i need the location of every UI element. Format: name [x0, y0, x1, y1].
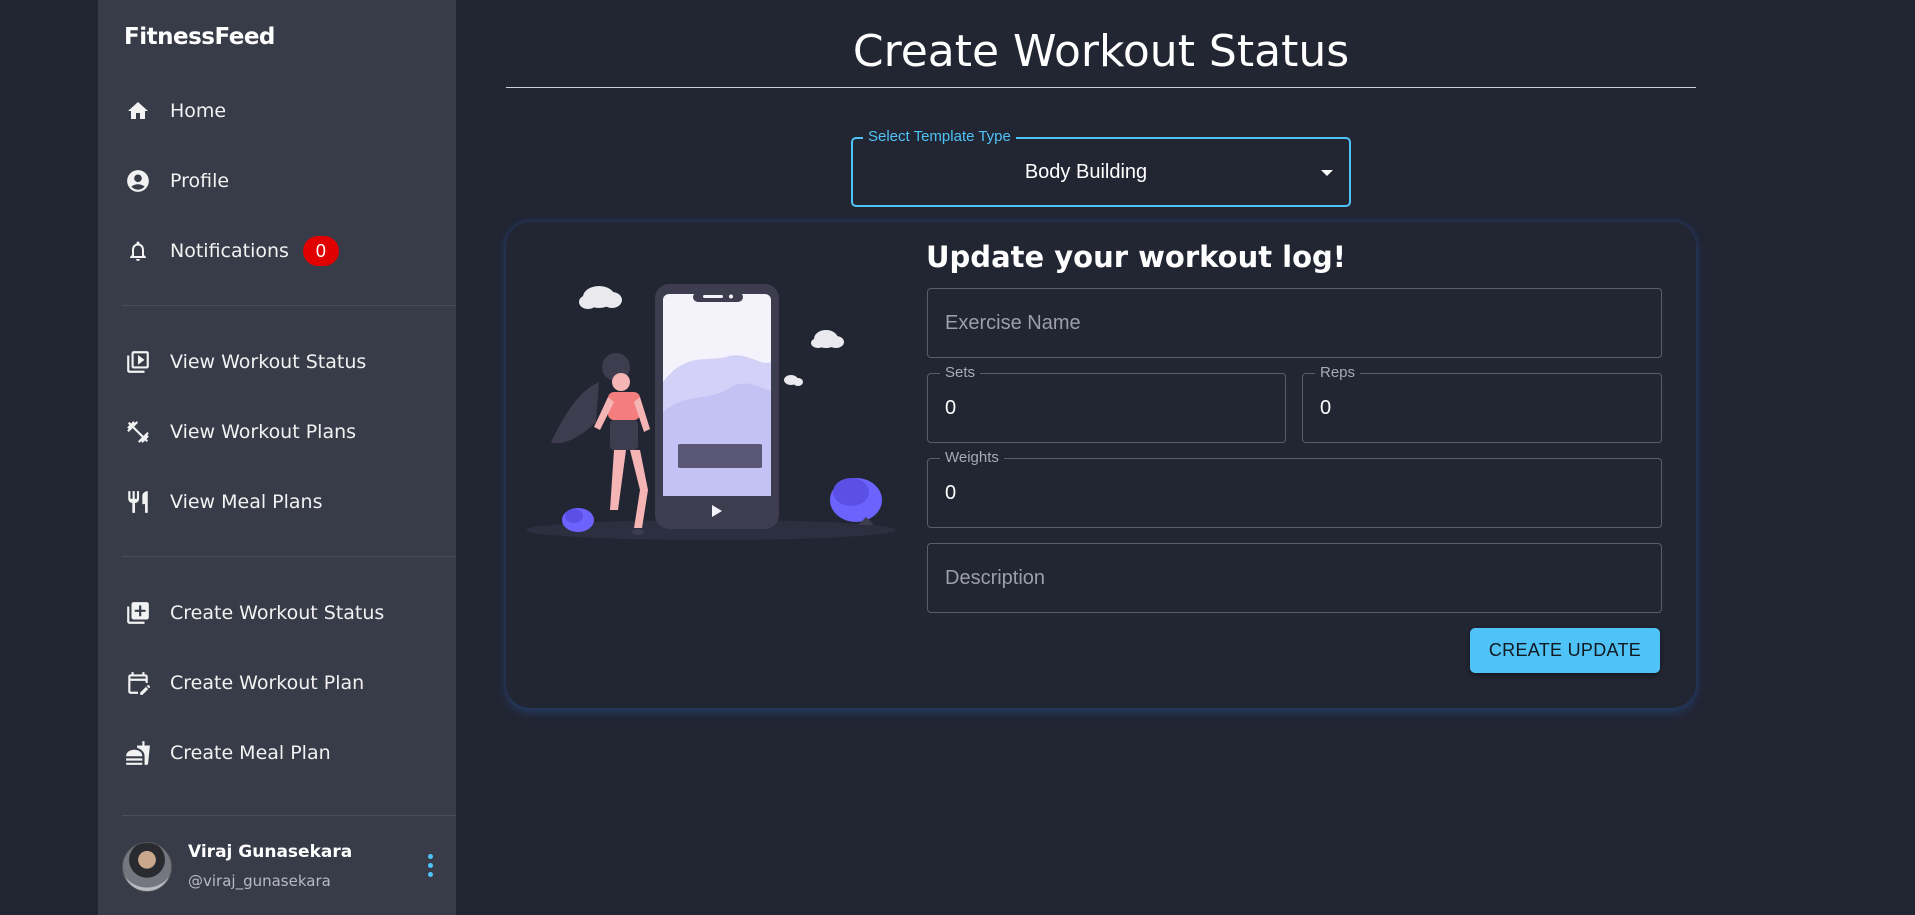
reps-field[interactable]: Reps 0: [1302, 364, 1662, 443]
description-placeholder: Description: [945, 567, 1046, 589]
bell-icon: [124, 237, 152, 265]
create-update-button[interactable]: CREATE UPDATE: [1470, 628, 1660, 673]
account-circle-icon: [124, 167, 152, 195]
sidebar-divider: [122, 815, 456, 816]
nav-label-create-workout-plan: Create Workout Plan: [170, 672, 365, 694]
utensils-icon: [124, 488, 152, 516]
nav-label-profile: Profile: [170, 170, 230, 192]
description-field[interactable]: Description: [927, 543, 1662, 613]
nav-label-view-workout-plans: View Workout Plans: [170, 421, 357, 443]
workout-illustration: [526, 284, 896, 540]
sidebar-divider: [122, 305, 456, 306]
kebab-menu-icon[interactable]: [418, 850, 442, 880]
weights-label: Weights: [940, 449, 1004, 466]
notification-count-badge: 0: [302, 236, 339, 266]
fastfood-icon: [124, 739, 152, 767]
template-type-select[interactable]: Select Template Type Body Building: [851, 128, 1351, 207]
exercise-name-field[interactable]: Exercise Name: [927, 288, 1662, 358]
nav-label-create-meal-plan: Create Meal Plan: [170, 742, 331, 764]
nav-item-view-meal-plans[interactable]: View Meal Plans: [124, 482, 444, 522]
sidebar-divider: [122, 556, 456, 557]
dumbbell-icon: [124, 418, 152, 446]
nav-item-profile[interactable]: Profile: [124, 161, 444, 201]
nav-item-view-workout-plans[interactable]: View Workout Plans: [124, 412, 444, 452]
dropdown-arrow-icon: [1321, 170, 1333, 176]
sidebar: FitnessFeed Home Profile Notifications 0…: [98, 0, 456, 915]
nav-item-notifications[interactable]: Notifications 0: [124, 231, 444, 271]
form-heading: Update your workout log!: [926, 240, 1347, 274]
nav-item-create-meal-plan[interactable]: Create Meal Plan: [124, 733, 444, 773]
sets-label: Sets: [940, 364, 981, 381]
nav-label-view-meal-plans: View Meal Plans: [170, 491, 323, 513]
template-type-value: Body Building: [1024, 161, 1148, 183]
weights-value: 0: [945, 482, 957, 504]
sets-value: 0: [945, 397, 957, 419]
nav-item-create-workout-plan[interactable]: Create Workout Plan: [124, 663, 444, 703]
nav-label-create-workout-status: Create Workout Status: [170, 602, 385, 624]
weights-field[interactable]: Weights 0: [927, 449, 1662, 528]
video-library-icon: [124, 348, 152, 376]
page-title: Create Workout Status: [852, 26, 1350, 77]
reps-value: 0: [1320, 397, 1332, 419]
nav-item-create-workout-status[interactable]: Create Workout Status: [124, 593, 444, 633]
home-icon: [124, 97, 152, 125]
nav-label-view-workout-status: View Workout Status: [170, 351, 367, 373]
title-divider: [506, 87, 1696, 88]
nav-label-notifications: Notifications: [170, 240, 289, 262]
avatar[interactable]: [122, 842, 172, 892]
exercise-name-placeholder: Exercise Name: [945, 312, 1081, 334]
calendar-edit-icon: [124, 669, 152, 697]
user-profile-summary[interactable]: Viraj Gunasekara @viraj_gunasekara: [122, 840, 442, 894]
nav-label-home: Home: [170, 100, 227, 122]
nav-item-home[interactable]: Home: [124, 91, 444, 131]
add-box-icon: [124, 599, 152, 627]
workout-form-card: Update your workout log! Exercise Name S…: [506, 222, 1696, 708]
user-name: Viraj Gunasekara: [188, 842, 353, 862]
reps-label: Reps: [1315, 364, 1361, 381]
brand-logo[interactable]: FitnessFeed: [124, 24, 275, 50]
nav-item-view-workout-status[interactable]: View Workout Status: [124, 342, 444, 382]
user-handle: @viraj_gunasekara: [188, 872, 331, 890]
sets-field[interactable]: Sets 0: [927, 364, 1286, 443]
template-type-label: Select Template Type: [863, 128, 1016, 145]
